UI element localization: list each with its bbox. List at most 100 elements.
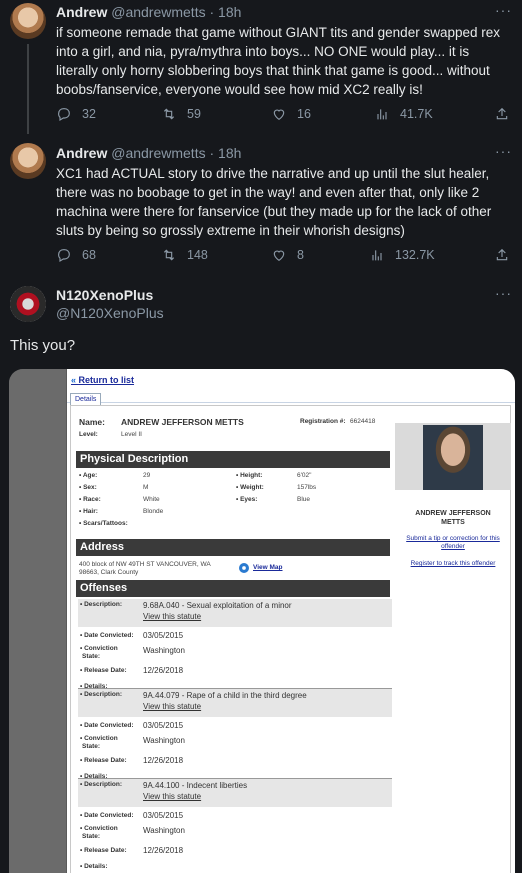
tweet-text: XC1 had ACTUAL story to drive the narrat…: [56, 166, 492, 238]
height-label: • Height:: [236, 472, 263, 479]
return-to-list-link[interactable]: « Return to list: [71, 375, 134, 385]
retweet-button[interactable]: 59: [161, 106, 201, 122]
level-value: Level II: [121, 431, 142, 438]
sex-label: • Sex:: [79, 484, 97, 491]
conviction-label: • Conviction: [80, 825, 118, 832]
scars-label: • Scars/Tattoos:: [79, 520, 128, 527]
avatar[interactable]: [10, 143, 46, 179]
display-name[interactable]: Andrew: [56, 4, 107, 20]
retweet-icon: [163, 108, 175, 120]
hair-label: • Hair:: [79, 508, 98, 515]
eyes-label: • Eyes:: [236, 496, 258, 503]
more-icon[interactable]: ···: [495, 285, 512, 301]
submit-tip-link[interactable]: Submit a tip or correction for this offe…: [395, 535, 511, 551]
conviction-label: • Conviction: [80, 645, 118, 652]
tweet-1[interactable]: Andrew @andrewmetts · 18h ··· if someone…: [0, 0, 522, 134]
view-statute-link[interactable]: View this statute: [143, 612, 201, 621]
offense-description: 9A.44.100 - Indecent liberties: [143, 781, 248, 790]
attached-screenshot[interactable]: « Return to list Details Name: ANDREW JE…: [9, 369, 515, 873]
state-value: Washington: [143, 826, 185, 835]
tweet-actions: 32 59 16 41.7K: [56, 106, 511, 124]
thread-line: [27, 44, 29, 134]
track-offender-link[interactable]: Register to track this offender: [395, 560, 511, 568]
release-date-label: • Release Date:: [80, 847, 127, 854]
like-count: 8: [297, 248, 304, 262]
height-value: 6'02": [297, 472, 312, 479]
more-icon[interactable]: ···: [495, 143, 512, 159]
face-photo: [423, 425, 483, 490]
handle-time: @andrewmetts · 18h: [111, 4, 242, 20]
return-label: Return to list: [78, 375, 135, 385]
like-count: 16: [297, 107, 311, 121]
retweet-button[interactable]: 148: [161, 247, 208, 263]
address-header: Address: [76, 539, 390, 556]
view-statute-link[interactable]: View this statute: [143, 792, 201, 801]
submit-tip-line: Submit a tip or correction for this: [406, 535, 500, 542]
offense-description: 9A.44.079 - Rape of a child in the third…: [143, 691, 307, 700]
back-arrow-icon: «: [71, 375, 77, 385]
name-label: Name:: [79, 417, 105, 427]
date-convicted-label: • Date Convicted:: [80, 722, 134, 729]
views-count: 132.7K: [395, 248, 435, 262]
reply-handle: @N120XenoPlus: [56, 305, 164, 321]
tweet-text: if someone remade that game without GIAN…: [56, 25, 500, 97]
reply-text: This you?: [10, 337, 76, 354]
release-date-label: • Release Date:: [80, 757, 127, 764]
like-button[interactable]: 8: [271, 247, 304, 263]
more-icon[interactable]: ···: [495, 2, 512, 18]
screenshot-margin: [9, 369, 66, 873]
tweet-2[interactable]: Andrew @andrewmetts · 18h ··· XC1 had AC…: [0, 140, 522, 275]
avatar[interactable]: [10, 286, 46, 322]
heart-icon: [273, 109, 285, 121]
description-label: • Description:: [80, 601, 123, 608]
retweet-icon: [163, 249, 175, 261]
heart-icon: [273, 250, 285, 262]
display-name[interactable]: Andrew: [56, 145, 107, 161]
tweet-header: Andrew @andrewmetts · 18h: [56, 145, 241, 161]
share-button[interactable]: [494, 247, 510, 263]
submit-tip-line: offender: [441, 543, 465, 550]
view-map-link[interactable]: View Map: [253, 564, 283, 571]
photo-caption-line: METTS: [441, 519, 465, 526]
release-date-value: 12/26/2018: [143, 846, 184, 855]
registration-value: 6624418: [350, 418, 376, 425]
share-button[interactable]: [494, 106, 510, 122]
views-button[interactable]: 41.7K: [374, 106, 433, 122]
address-line-2: 98663, Clark County: [79, 569, 139, 576]
offense-item: • Description: 9.68A.040 - Sexual exploi…: [78, 599, 392, 690]
age-value: 29: [143, 472, 151, 479]
tab-divider: [67, 402, 515, 403]
photo-caption: ANDREW JEFFERSON METTS: [395, 509, 511, 527]
views-icon: [372, 250, 382, 261]
date-convicted-value: 03/05/2015: [143, 721, 184, 730]
tweet-actions: 68 148 8 132.7K: [56, 247, 511, 265]
level-label: Level:: [79, 431, 98, 438]
offense-item: • Description: 9A.44.100 - Indecent libe…: [78, 779, 392, 870]
reply-button[interactable]: 68: [56, 247, 96, 263]
reply-button[interactable]: 32: [56, 106, 96, 122]
tweet-header: Andrew @andrewmetts · 18h: [56, 4, 241, 20]
description-label: • Description:: [80, 691, 123, 698]
date-convicted-label: • Date Convicted:: [80, 632, 134, 639]
reply-name[interactable]: N120XenoPlus: [56, 287, 153, 303]
offenses-header: Offenses: [76, 580, 390, 597]
address-line-1: 400 block of NW 49TH ST VANCOUVER, WA: [79, 561, 211, 568]
map-icon[interactable]: [239, 563, 249, 573]
reply-count: 32: [82, 107, 96, 121]
hair-value: Blonde: [143, 508, 164, 515]
view-statute-link[interactable]: View this statute: [143, 702, 201, 711]
physical-description-header: Physical Description: [76, 451, 390, 468]
share-icon: [496, 107, 508, 120]
avatar[interactable]: [10, 3, 46, 39]
like-button[interactable]: 16: [271, 106, 311, 122]
registration-label: Registration #:: [300, 418, 346, 425]
eyes-value: Blue: [297, 496, 311, 503]
weight-label: • Weight:: [236, 484, 264, 491]
release-date-value: 12/26/2018: [143, 756, 184, 765]
race-label: • Race:: [79, 496, 101, 503]
views-button[interactable]: 132.7K: [369, 247, 435, 263]
state-label: State:: [82, 653, 101, 660]
race-value: White: [143, 496, 160, 503]
offender-record-page: « Return to list Details Name: ANDREW JE…: [67, 369, 515, 873]
views-count: 41.7K: [400, 107, 433, 121]
